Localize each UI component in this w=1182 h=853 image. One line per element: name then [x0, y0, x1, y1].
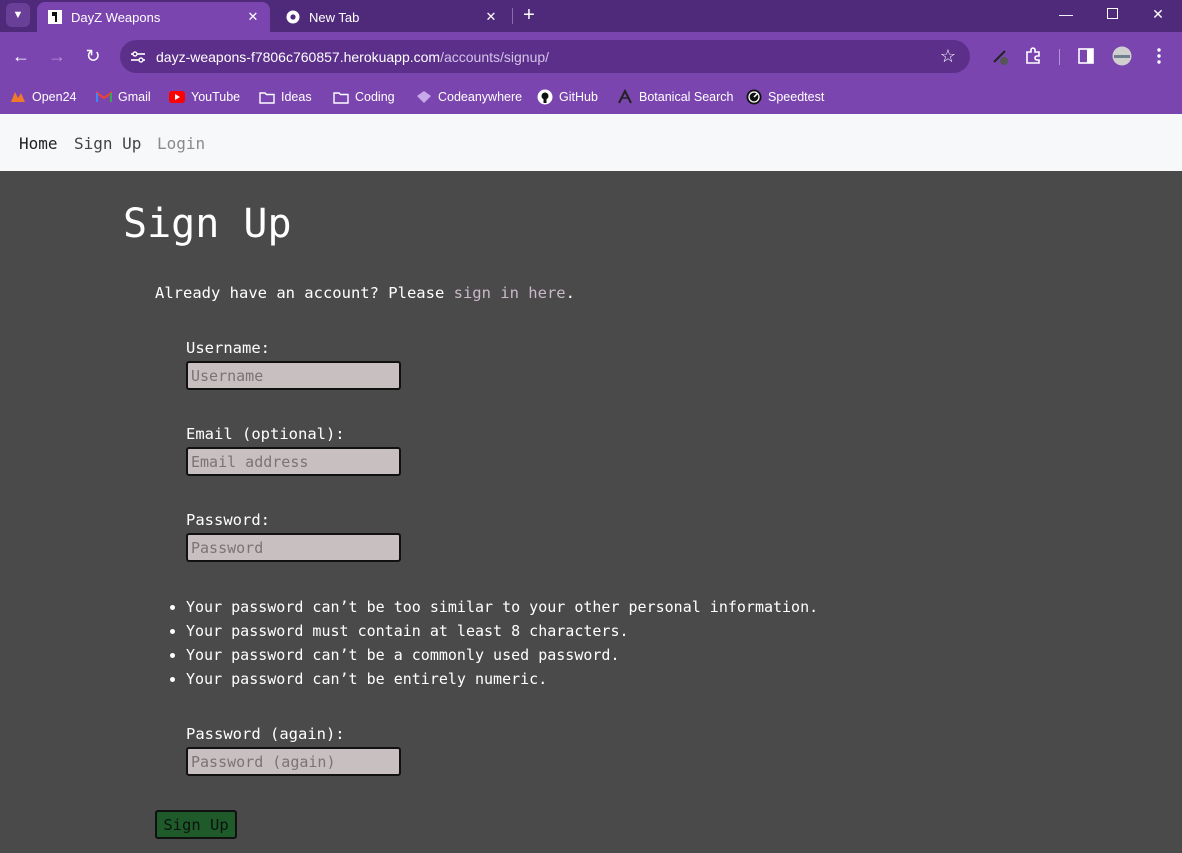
- bookmarks-bar: Open24 Gmail YouTube Ideas Coding Codean…: [0, 80, 1182, 114]
- signin-link[interactable]: sign in here: [454, 284, 566, 302]
- bookmark-speedtest[interactable]: Speedtest: [746, 86, 824, 108]
- signup-submit-button[interactable]: Sign Up: [155, 810, 237, 839]
- bookmark-label: Codeanywhere: [438, 90, 523, 104]
- gmail-icon: [96, 89, 112, 105]
- github-icon: [537, 89, 553, 105]
- youtube-icon: [169, 89, 185, 105]
- side-panel-icon[interactable]: [1076, 46, 1096, 66]
- password-requirement: Your password can’t be a commonly used p…: [186, 645, 818, 669]
- password-label: Password:: [186, 511, 270, 529]
- close-icon[interactable]: ✕: [244, 8, 262, 26]
- signup-page: Sign Up Already have an account? Please …: [0, 171, 1182, 853]
- password-requirements-list: Your password can’t be too similar to yo…: [186, 597, 818, 693]
- bookmark-label: Open24: [32, 90, 77, 104]
- plus-icon: +: [523, 3, 535, 26]
- reload-button[interactable]: ↻: [79, 42, 107, 70]
- minimize-button[interactable]: —: [1043, 0, 1089, 28]
- email-label: Email (optional):: [186, 425, 345, 443]
- minimize-icon: —: [1059, 6, 1073, 22]
- site-navbar: Home Sign Up Login: [0, 114, 1182, 171]
- codeanywhere-icon: [416, 89, 432, 105]
- speedtest-icon: [746, 89, 762, 105]
- password-again-input[interactable]: [186, 747, 401, 776]
- username-input[interactable]: [186, 361, 401, 390]
- close-window-button[interactable]: ✕: [1135, 0, 1181, 28]
- profile-avatar[interactable]: [1112, 46, 1132, 66]
- password-again-label: Password (again):: [186, 725, 345, 743]
- extension-pen-icon[interactable]: [990, 46, 1010, 66]
- bookmark-youtube[interactable]: YouTube: [169, 86, 240, 108]
- close-icon[interactable]: ✕: [482, 8, 500, 26]
- forward-button[interactable]: →: [43, 42, 71, 70]
- password-requirement: Your password can’t be entirely numeric.: [186, 669, 818, 693]
- close-icon: ✕: [1152, 5, 1164, 22]
- bookmark-label: YouTube: [191, 90, 241, 104]
- password-requirement: Your password must contain at least 8 ch…: [186, 621, 818, 645]
- bookmark-gmail[interactable]: Gmail: [96, 86, 151, 108]
- folder-icon: [259, 89, 275, 105]
- tab-dayz-weapons[interactable]: DayZ Weapons ✕: [37, 2, 270, 32]
- tab-search-button[interactable]: ▼: [6, 3, 30, 27]
- signin-prompt-suffix: .: [565, 284, 575, 302]
- chevron-down-icon: ▼: [12, 9, 24, 21]
- arrow-right-icon: →: [48, 45, 66, 66]
- chrome-icon: [285, 9, 301, 25]
- signin-prompt: Already have an account? Please sign in …: [155, 284, 575, 302]
- toolbar-divider: [1059, 49, 1060, 65]
- password-requirement: Your password can’t be too similar to yo…: [186, 597, 818, 621]
- bookmark-label: Ideas: [281, 90, 312, 104]
- bookmark-github[interactable]: GitHub: [537, 86, 598, 108]
- url-host: dayz-weapons-f7806c760857.herokuapp.com: [156, 48, 441, 65]
- bookmark-open24[interactable]: Open24: [10, 86, 76, 108]
- open24-icon: [10, 89, 26, 105]
- bookmark-codeanywhere[interactable]: Codeanywhere: [416, 86, 522, 108]
- url-text: dayz-weapons-f7806c760857.herokuapp.com/…: [156, 49, 549, 65]
- botanical-icon: [617, 89, 633, 105]
- signin-prompt-text: Already have an account? Please: [155, 284, 454, 302]
- back-button[interactable]: ←: [7, 42, 35, 70]
- arrow-left-icon: ←: [12, 45, 30, 66]
- reload-icon: ↻: [85, 45, 101, 66]
- folder-icon: [333, 89, 349, 105]
- tab-title: New Tab: [309, 9, 360, 25]
- browser-toolbar: ← → ↻ dayz-weapons-f7806c760857.herokuap…: [0, 32, 1182, 80]
- url-path: /accounts/signup/: [440, 48, 550, 65]
- nav-link-login[interactable]: Login: [157, 134, 205, 153]
- bookmark-label: Gmail: [118, 90, 151, 104]
- password-input[interactable]: [186, 533, 401, 562]
- dayz-favicon-icon: [47, 9, 63, 25]
- bookmark-label: GitHub: [559, 90, 598, 104]
- bookmark-label: Speedtest: [768, 90, 825, 104]
- bookmark-botanical-search[interactable]: Botanical Search: [617, 86, 734, 108]
- tab-new-tab[interactable]: New Tab ✕: [275, 2, 508, 32]
- username-label: Username:: [186, 339, 270, 357]
- new-tab-button[interactable]: +: [518, 3, 540, 27]
- nav-link-signup[interactable]: Sign Up: [74, 134, 141, 153]
- bookmark-folder-coding[interactable]: Coding: [333, 86, 395, 108]
- nav-link-home[interactable]: Home: [19, 134, 58, 153]
- bookmark-label: Botanical Search: [639, 90, 734, 104]
- maximize-button[interactable]: [1089, 0, 1135, 28]
- bookmark-folder-ideas[interactable]: Ideas: [259, 86, 312, 108]
- page-title: Sign Up: [123, 201, 292, 247]
- maximize-icon: [1106, 6, 1118, 22]
- site-info-icon[interactable]: [128, 47, 148, 67]
- email-input[interactable]: [186, 447, 401, 476]
- tab-divider: [512, 8, 513, 24]
- address-bar[interactable]: dayz-weapons-f7806c760857.herokuapp.com/…: [120, 40, 970, 73]
- bookmark-label: Coding: [355, 90, 395, 104]
- tab-strip: ▼ DayZ Weapons ✕ New Tab ✕ + — ✕: [0, 0, 1182, 32]
- extensions-puzzle-icon[interactable]: [1023, 46, 1043, 66]
- more-menu-icon[interactable]: [1149, 46, 1169, 66]
- tab-title: DayZ Weapons: [71, 9, 161, 25]
- bookmark-star-icon[interactable]: ☆: [940, 46, 956, 67]
